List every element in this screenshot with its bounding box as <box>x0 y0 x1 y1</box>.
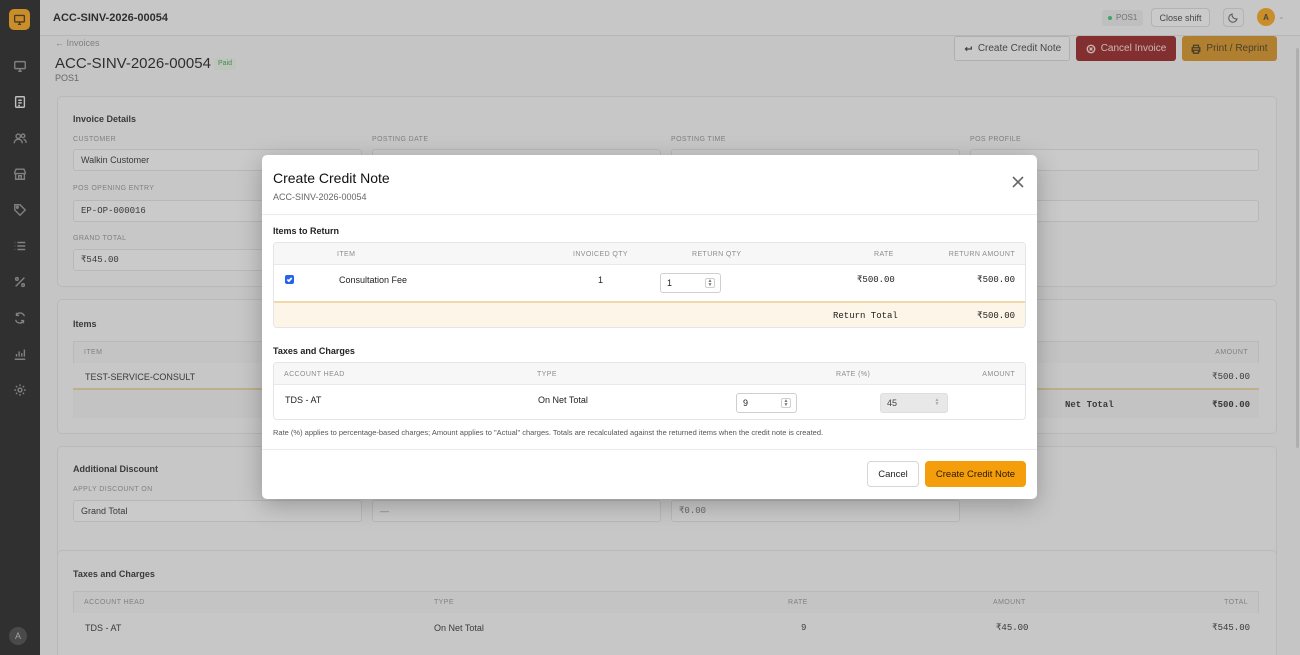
cancel-button[interactable]: Cancel <box>867 461 919 487</box>
return-item-rate: ₹500.00 <box>857 275 895 285</box>
stepper-icon[interactable]: ▲ ▼ <box>781 398 791 408</box>
dialog-footer-divider <box>262 449 1037 450</box>
dialog-tax-col-type: TYPE <box>537 371 557 378</box>
stepper-icon[interactable]: ▲ ▼ <box>932 398 942 408</box>
tax-amount-value: 45 <box>887 398 898 408</box>
close-icon[interactable] <box>1011 175 1027 191</box>
return-total-value: ₹500.00 <box>977 311 1015 321</box>
return-col-item: ITEM <box>337 251 356 258</box>
dialog-help-note: Rate (%) applies to percentage-based cha… <box>273 428 824 437</box>
return-items-table: ITEM INVOICED QTY RETURN QTY RATE RETURN… <box>273 242 1026 328</box>
return-qty-value: 1 <box>667 278 673 288</box>
return-qty-input[interactable]: 1 ▲ ▼ <box>660 273 721 293</box>
items-to-return-title: Items to Return <box>273 226 340 236</box>
dialog-tax-account: TDS - AT <box>285 395 322 405</box>
create-credit-note-dialog: Create Credit Note ACC-SINV-2026-00054 I… <box>262 155 1037 499</box>
dialog-title: Create Credit Note <box>273 170 390 186</box>
return-col-return-amount: RETURN AMOUNT <box>948 251 1015 258</box>
return-item-invoiced-qty: 1 <box>598 275 604 285</box>
dialog-taxes-table: ACCOUNT HEAD TYPE RATE (%) AMOUNT TDS - … <box>273 362 1026 420</box>
return-col-invoiced-qty: INVOICED QTY <box>573 251 628 258</box>
tax-rate-input[interactable]: 9 ▲ ▼ <box>736 393 797 413</box>
confirm-create-credit-note-button[interactable]: Create Credit Note <box>925 461 1026 487</box>
tax-rate-value: 9 <box>743 398 749 408</box>
dialog-divider <box>262 214 1037 215</box>
check-icon <box>286 277 293 283</box>
dialog-subtitle: ACC-SINV-2026-00054 <box>273 192 367 202</box>
return-total-label: Return Total <box>833 311 898 321</box>
return-col-return-qty: RETURN QTY <box>692 251 742 258</box>
return-item-amount: ₹500.00 <box>977 275 1015 285</box>
return-total-row: Return Total ₹500.00 <box>274 301 1025 327</box>
return-col-rate: RATE <box>874 251 894 258</box>
dialog-taxes-header: ACCOUNT HEAD TYPE RATE (%) AMOUNT <box>274 363 1025 385</box>
tax-amount-input[interactable]: 45 ▲ ▼ <box>880 393 948 413</box>
dialog-tax-col-rate: RATE (%) <box>836 371 871 378</box>
dialog-tax-col-amount: AMOUNT <box>982 371 1015 378</box>
dialog-taxes-title: Taxes and Charges <box>273 346 355 356</box>
return-item-name: Consultation Fee <box>339 275 408 285</box>
stepper-icon[interactable]: ▲ ▼ <box>705 278 715 288</box>
return-items-header: ITEM INVOICED QTY RETURN QTY RATE RETURN… <box>274 243 1025 265</box>
dialog-tax-type: On Net Total <box>538 395 588 405</box>
return-item-checkbox[interactable] <box>285 275 294 284</box>
dialog-tax-col-account: ACCOUNT HEAD <box>284 371 345 378</box>
